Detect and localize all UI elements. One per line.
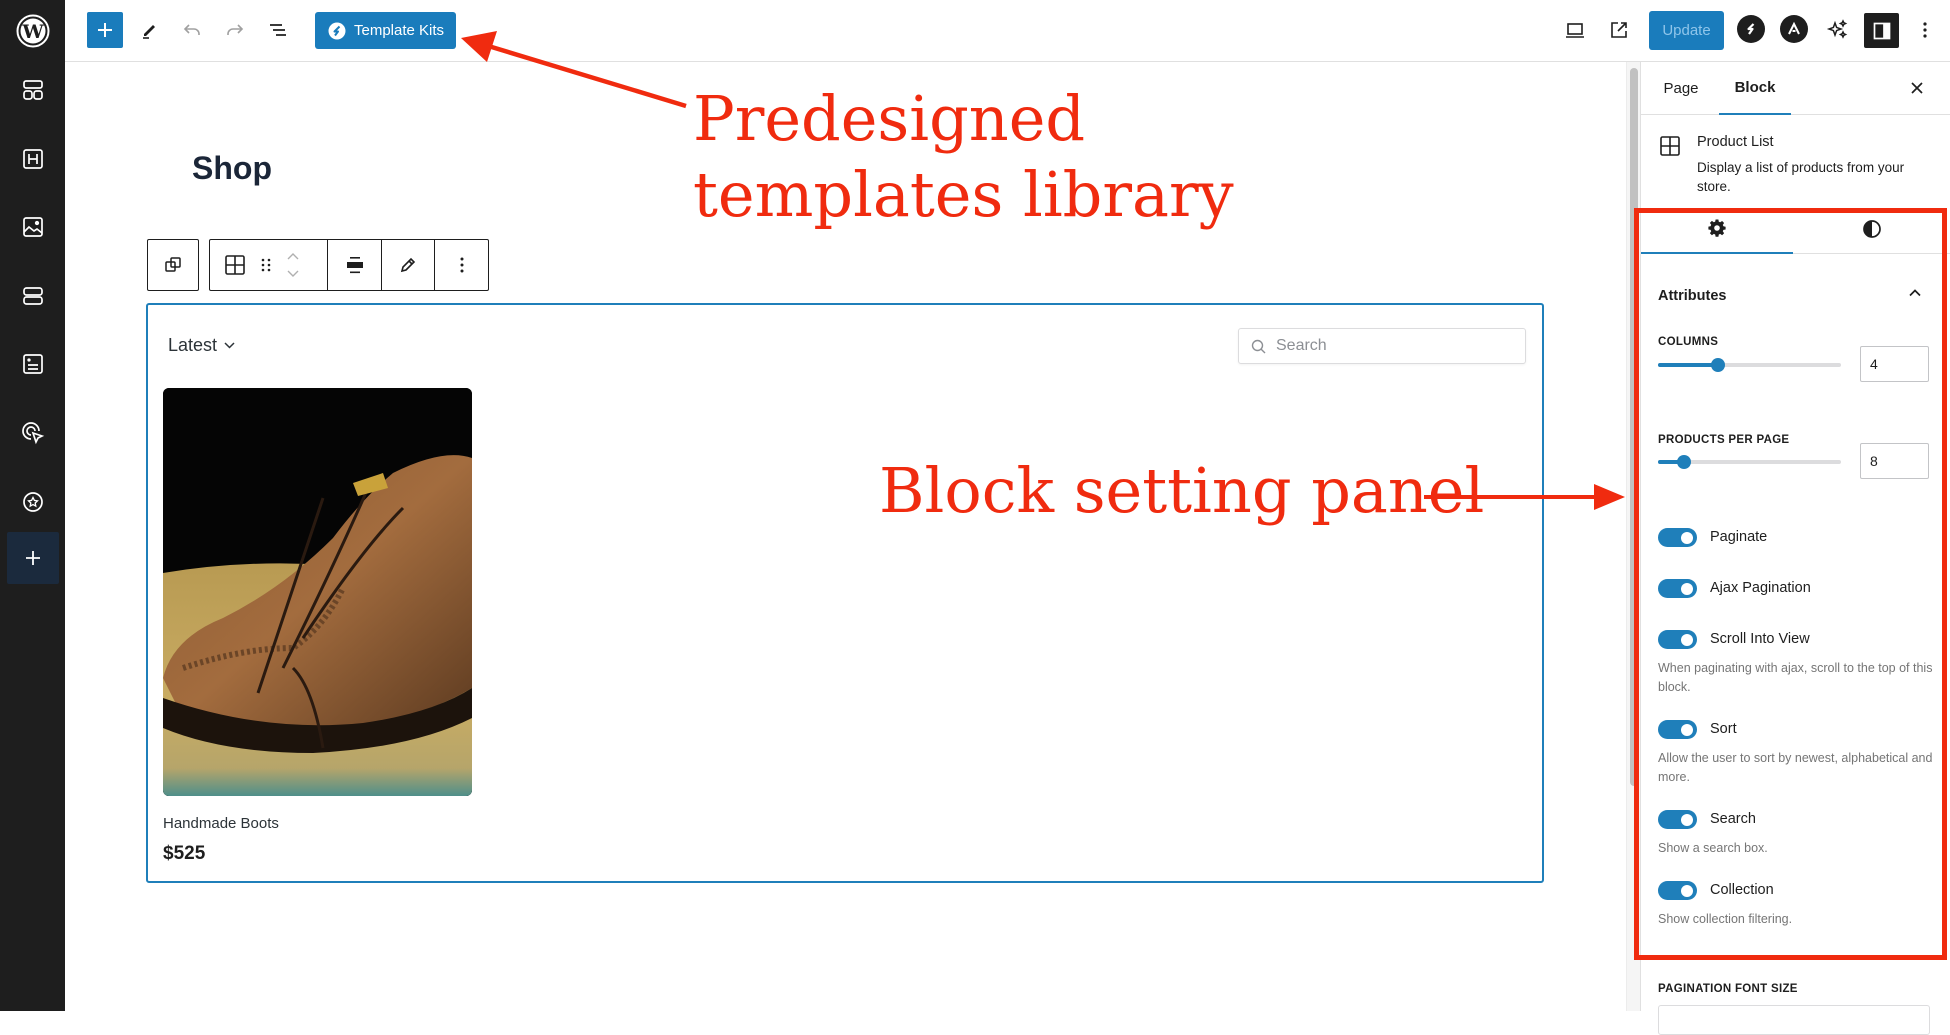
update-button[interactable]: Update [1649, 11, 1724, 50]
cursor-click-icon [21, 422, 44, 445]
wordpress-logo-button[interactable]: W [0, 0, 65, 62]
astra-button[interactable] [1780, 15, 1808, 43]
templates-annotation-line2: templates library [693, 158, 1234, 231]
image-icon [22, 217, 43, 237]
product-list-block[interactable]: Latest Search Handmade Boots $525 [146, 303, 1544, 883]
external-link-icon [1611, 22, 1627, 38]
astra-logo-icon [1788, 21, 1800, 35]
heading-icon [22, 149, 43, 169]
tab-page[interactable]: Page [1653, 62, 1709, 115]
product-search-input[interactable]: Search [1238, 328, 1526, 364]
block-inserter-button[interactable] [87, 12, 123, 48]
edit-button[interactable] [382, 240, 436, 290]
pencil-icon [400, 257, 416, 273]
surecart-logo-icon [1747, 23, 1755, 35]
block-parent-toolbar [147, 239, 199, 291]
boot-photo [163, 388, 472, 796]
patterns-icon [22, 80, 43, 100]
product-name[interactable]: Handmade Boots [163, 815, 279, 832]
surecart-button[interactable] [1737, 15, 1765, 43]
template-kits-logo-icon [328, 22, 346, 39]
block-switcher-group [210, 240, 329, 290]
rail-heading-button[interactable] [0, 133, 65, 185]
settings-panel-toggle[interactable] [1864, 13, 1899, 48]
tools-button[interactable] [131, 12, 167, 48]
rail-favorites-button[interactable] [0, 476, 65, 528]
close-icon [1911, 82, 1923, 94]
laptop-icon [1566, 23, 1584, 38]
select-parent-button[interactable] [148, 240, 198, 290]
grid-block-icon [1660, 136, 1680, 156]
close-sidebar-button[interactable] [1903, 74, 1931, 102]
sidebar-tabs: Page Block [1641, 62, 1950, 115]
duplicate-squares-icon [165, 257, 181, 272]
rail-patterns-button[interactable] [0, 64, 65, 116]
list-view-icon [270, 24, 286, 36]
view-page-button[interactable] [1601, 12, 1637, 48]
move-up-down-icon[interactable] [286, 250, 300, 280]
rail-image-button[interactable] [0, 201, 65, 253]
rail-add-button[interactable] [7, 532, 59, 584]
redo-icon [227, 24, 244, 35]
template-kits-label: Template Kits [354, 22, 445, 39]
more-vertical-icon [1923, 22, 1927, 38]
page-title[interactable]: Shop [192, 150, 272, 187]
tab-block[interactable]: Block [1719, 62, 1791, 115]
block-description: Display a list of products from your sto… [1697, 160, 1905, 194]
block-name: Product List [1697, 134, 1774, 150]
svg-text:W: W [21, 21, 44, 43]
product-image[interactable] [163, 388, 472, 796]
align-button[interactable] [328, 240, 382, 290]
align-wide-icon [346, 257, 363, 274]
chevron-down-icon [224, 342, 235, 349]
undo-icon [183, 24, 200, 35]
pagination-font-size-input[interactable] [1658, 1005, 1930, 1035]
more-vertical-icon [460, 257, 464, 273]
ai-assistant-button[interactable] [1820, 12, 1856, 48]
options-menu-button[interactable] [1907, 12, 1943, 48]
grid-block-icon[interactable] [224, 254, 246, 276]
templates-annotation-line1: Predesigned [693, 82, 1086, 155]
search-placeholder: Search [1276, 337, 1327, 354]
block-setting-panel-highlight [1634, 208, 1947, 960]
form-icon [22, 354, 43, 374]
sort-dropdown[interactable]: Latest [168, 335, 235, 356]
undo-button[interactable] [174, 12, 210, 48]
pencil-tool-icon [143, 25, 155, 39]
sidebar-panel-icon [1873, 22, 1890, 39]
sections-icon [22, 287, 43, 305]
rail-form-button[interactable] [0, 338, 65, 390]
pagination-font-size-label: PAGINATION FONT SIZE [1658, 983, 1798, 995]
sort-selected-value: Latest [168, 335, 218, 355]
sparkles-icon [1826, 19, 1848, 39]
rail-sections-button[interactable] [0, 270, 65, 322]
block-toolbar [209, 239, 489, 291]
editor-top-toolbar: Template Kits Update [65, 0, 1950, 62]
editor-side-rail: W [0, 0, 65, 1011]
star-badge-icon [22, 492, 43, 512]
block-options-button[interactable] [435, 240, 488, 290]
redo-button[interactable] [217, 12, 253, 48]
panel-annotation: Block setting panel [879, 454, 1485, 527]
product-price: $525 [163, 843, 206, 864]
rail-interaction-button[interactable] [0, 407, 65, 459]
template-kits-button[interactable]: Template Kits [315, 12, 456, 49]
wordpress-logo-icon: W [16, 14, 49, 48]
plus-icon [26, 551, 40, 565]
search-icon [1251, 339, 1266, 353]
document-overview-button[interactable] [260, 12, 296, 48]
plus-icon [98, 23, 112, 37]
drag-handle-icon[interactable] [260, 256, 272, 274]
preview-device-button[interactable] [1557, 12, 1593, 48]
